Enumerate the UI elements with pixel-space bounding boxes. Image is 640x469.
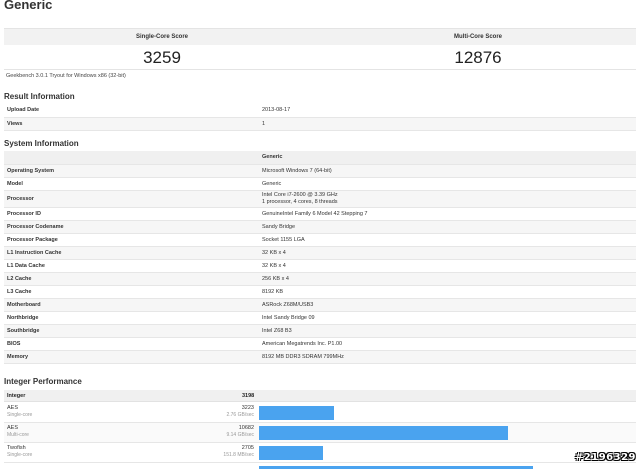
system-info-header-blank (4, 151, 259, 165)
system-info-value: GenuineIntel Family 6 Model 42 Stepping … (259, 207, 636, 221)
system-info-row: Northbridge Intel Sandy Bridge 09 (4, 311, 636, 325)
perf-test-rate: 2.76 GB/sec (226, 412, 254, 418)
system-info-value: Microsoft Windows 7 (64-bit) (259, 164, 636, 178)
system-info-key: Southbridge (4, 324, 259, 338)
system-info-key: BIOS (4, 337, 259, 351)
integer-header-label: Integer (7, 393, 26, 399)
perf-test-rate: 9.14 GB/sec (226, 432, 254, 438)
system-info-row: Southbridge Intel Z68 B3 (4, 324, 636, 338)
system-info-key: Processor Package (4, 233, 259, 247)
system-info-key: L1 Instruction Cache (4, 246, 259, 260)
system-info-value: 8192 KB (259, 285, 636, 299)
integer-header-score: 3198 (242, 393, 255, 399)
system-info-row: L2 Cache 256 KB x 4 (4, 272, 636, 286)
system-info-row: L3 Cache 8192 KB (4, 285, 636, 299)
system-info-row: L1 Instruction Cache 32 KB x 4 (4, 246, 636, 260)
system-info-column-header: Generic (259, 151, 636, 165)
system-info-value: 256 KB x 4 (259, 272, 636, 286)
result-info-value: 1 (259, 117, 636, 131)
system-info-key: Processor (4, 190, 259, 208)
system-info-value: ASRock Z68M/USB3 (259, 298, 636, 312)
perf-test-name: AES (7, 425, 19, 431)
system-info-value: 32 KB x 4 (259, 259, 636, 273)
page-title: Generic (4, 0, 53, 12)
system-info-key: Processor Codename (4, 220, 259, 234)
system-info-value: Intel Core i7-2600 @ 3.39 GHz 1 processor… (259, 190, 636, 208)
system-info-value: Intel Sandy Bridge 09 (259, 311, 636, 325)
result-info-value: 2013-08-17 (259, 104, 636, 118)
system-info-header-row: Generic (4, 151, 636, 165)
perf-score-bar (259, 406, 334, 420)
system-info-key: Operating System (4, 164, 259, 178)
system-info-value: American Megatrends Inc. P1.00 (259, 337, 636, 351)
perf-row: AES Multi-core 10682 9.14 GB/sec (4, 423, 636, 443)
system-info-key: L1 Data Cache (4, 259, 259, 273)
system-info-value: Sandy Bridge (259, 220, 636, 234)
perf-row: AES Single-core 3223 2.76 GB/sec (4, 403, 636, 423)
system-info-key: Motherboard (4, 298, 259, 312)
multi-core-value: 12876 (454, 48, 502, 67)
result-info-key: Views (4, 117, 259, 131)
perf-test-name: Twofish (7, 445, 26, 451)
score-panel: Single-Core Score 3259 Multi-Core Score … (4, 28, 636, 70)
system-info-value: Socket 1155 LGA (259, 233, 636, 247)
system-info-key: Memory (4, 350, 259, 364)
perf-test-score: 2705 (241, 445, 254, 451)
result-info-row: Views 1 (4, 117, 636, 131)
system-info-row: Operating System Microsoft Windows 7 (64-… (4, 164, 636, 178)
integer-perf-heading: Integer Performance (4, 377, 82, 386)
system-info-row: Memory 8192 MB DDR3 SDRAM 799MHz (4, 350, 636, 364)
system-info-row: Processor Codename Sandy Bridge (4, 220, 636, 234)
perf-row: Twofish Single-core 2705 151.8 MB/sec (4, 443, 636, 463)
multi-core-label: Multi-Core Score (453, 34, 502, 40)
system-info-value: 32 KB x 4 (259, 246, 636, 260)
multi-core-score: Multi-Core Score 12876 (320, 29, 636, 71)
perf-test-score: 10682 (238, 425, 254, 431)
system-info-key: Processor ID (4, 207, 259, 221)
perf-test-mode: Single-core (7, 452, 33, 458)
version-text: Geekbench 3.0.1 Tryout for Windows x86 (… (6, 73, 126, 79)
perf-score-bar (259, 426, 508, 440)
perf-test-score: 3223 (241, 405, 254, 411)
result-info-table: Upload Date 2013-08-17 Views 1 (4, 104, 636, 131)
perf-test-rate: 151.8 MB/sec (223, 452, 254, 458)
system-info-heading: System Information (4, 139, 79, 148)
result-info-row: Upload Date 2013-08-17 (4, 104, 636, 118)
system-info-value-line: 1 processor, 4 cores, 8 threads (262, 198, 338, 205)
result-info-heading: Result Information (4, 92, 75, 101)
system-info-key: Model (4, 177, 259, 191)
perf-test-mode: Multi-core (7, 432, 29, 438)
system-info-key: L3 Cache (4, 285, 259, 299)
perf-score-bar (259, 446, 323, 460)
system-info-value: Intel Z68 B3 (259, 324, 636, 338)
system-info-row: Processor Intel Core i7-2600 @ 3.39 GHz 1 … (4, 190, 636, 208)
system-info-row: Model Generic (4, 177, 636, 191)
system-info-table: Generic Operating System Microsoft Window… (4, 151, 636, 364)
single-core-value: 3259 (143, 48, 181, 67)
system-info-row: Processor Package Socket 1155 LGA (4, 233, 636, 247)
system-info-key: Northbridge (4, 311, 259, 325)
system-info-key: L2 Cache (4, 272, 259, 286)
single-core-label: Single-Core Score (135, 34, 188, 40)
system-info-row: BIOS American Megatrends Inc. P1.00 (4, 337, 636, 351)
perf-test-name: AES (7, 405, 19, 411)
system-info-value: 8192 MB DDR3 SDRAM 799MHz (259, 350, 636, 364)
single-core-score: Single-Core Score 3259 (4, 29, 320, 71)
integer-header-row: Integer 3198 (4, 390, 636, 402)
system-info-row: Motherboard ASRock Z68M/USB3 (4, 298, 636, 312)
perf-test-mode: Single-core (7, 412, 33, 418)
system-info-row: Processor ID GenuineIntel Family 6 Model … (4, 207, 636, 221)
result-info-key: Upload Date (4, 104, 259, 118)
watermark: #2196329 (574, 452, 636, 463)
system-info-row: L1 Data Cache 32 KB x 4 (4, 259, 636, 273)
system-info-value: Generic (259, 177, 636, 191)
